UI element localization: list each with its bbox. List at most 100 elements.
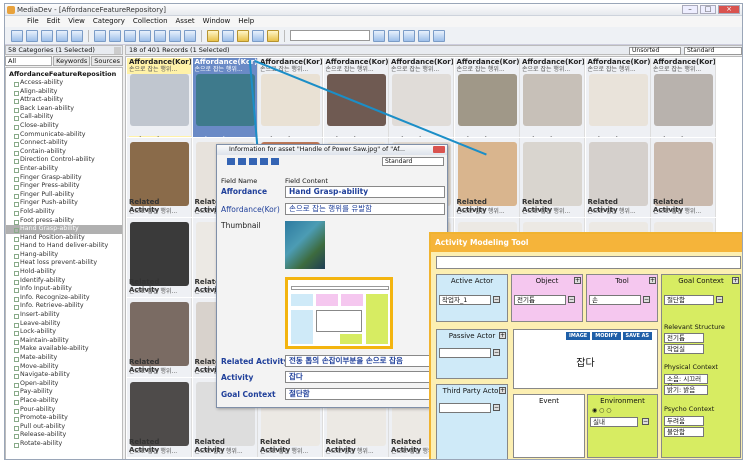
tree-item[interactable]: Enter-ability <box>6 165 122 174</box>
asset-card[interactable]: Affordance(Kor)손으로 잡는 행위... Related Activ… <box>651 58 716 137</box>
plus-icon[interactable]: + <box>732 277 739 284</box>
psycho-field-2[interactable]: 불안함 <box>664 427 704 437</box>
tree-item[interactable]: Pour-ability <box>6 406 122 415</box>
tree-item[interactable]: Open-ability <box>6 380 122 389</box>
maximize-button[interactable]: □ <box>700 5 716 14</box>
toolbar-icon[interactable] <box>154 29 166 42</box>
plus-icon[interactable]: + <box>574 277 581 284</box>
plus-icon[interactable]: + <box>649 277 656 284</box>
toolbar-icon[interactable] <box>124 29 136 42</box>
tree-item[interactable]: Identify-ability <box>6 277 122 286</box>
asset-card[interactable]: Related Activity손으로 잡는 행위... <box>127 298 192 377</box>
toolbar-icon[interactable] <box>94 29 106 42</box>
modeling-preview[interactable] <box>285 277 393 349</box>
tree-item[interactable]: Leave-ability <box>6 320 122 329</box>
toolbar-icon[interactable] <box>184 29 196 42</box>
toolbar-icon[interactable] <box>109 29 121 42</box>
toolbar-icon[interactable] <box>237 29 249 42</box>
tree-item[interactable]: Connect-ability <box>6 139 122 148</box>
tree-item[interactable]: Info Input-ability <box>6 285 122 294</box>
tree-item[interactable]: Hang-ability <box>6 251 122 260</box>
first-icon[interactable] <box>227 157 235 165</box>
tree-item[interactable]: Hand Position-ability <box>6 234 122 243</box>
plus-icon[interactable]: + <box>499 387 506 394</box>
nav-prev-icon[interactable] <box>403 29 415 42</box>
object-field[interactable]: 전기톱 <box>514 295 566 305</box>
tree-item[interactable]: Fold-ability <box>6 208 122 217</box>
help-icon[interactable] <box>271 157 279 165</box>
toolbar-icon[interactable] <box>71 29 83 42</box>
tree-item[interactable]: Call-ability <box>6 113 122 122</box>
tree-item[interactable]: Hand to Hand deliver-ability <box>6 242 122 251</box>
relevant-field-2[interactable]: 작업실 <box>664 344 704 354</box>
minus-icon[interactable]: − <box>568 296 575 303</box>
active-actor-field[interactable]: 작업자_1 <box>439 295 491 305</box>
toolbar-icon[interactable] <box>169 29 181 42</box>
field-related-activity[interactable]: 전동 톱의 손잡이부분을 손으로 잡음 <box>285 355 445 367</box>
tree-item[interactable]: Insert-ability <box>6 311 122 320</box>
nav-first-icon[interactable] <box>388 29 400 42</box>
tree-item[interactable]: Access-ability <box>6 79 122 88</box>
toolbar-icon[interactable] <box>56 29 68 42</box>
tree-item[interactable]: Release-ability <box>6 431 122 440</box>
toolbar-icon[interactable] <box>252 29 264 42</box>
menu-collection[interactable]: Collection <box>133 16 168 27</box>
tree-item[interactable]: Finger Press-ability <box>6 182 122 191</box>
radio-group[interactable]: ◉ ○ ○ <box>592 407 612 414</box>
tree-item[interactable]: Maintain-ability <box>6 337 122 346</box>
tree-item[interactable]: Pull out-ability <box>6 423 122 432</box>
passive-actor-field[interactable] <box>439 348 491 358</box>
tree-item[interactable]: Align-ability <box>6 88 122 97</box>
asset-card[interactable]: Related Activity손으로 잡는 행위... <box>127 138 192 217</box>
toolbar-icon[interactable] <box>11 29 23 42</box>
minimize-button[interactable]: – <box>682 5 698 14</box>
tree-item[interactable]: Promote-ability <box>6 414 122 423</box>
minus-icon[interactable]: − <box>493 349 500 356</box>
menu-help[interactable]: Help <box>238 16 254 27</box>
tree-item[interactable]: Close-ability <box>6 122 122 131</box>
tree-item[interactable]: Direction Control-ability <box>6 156 122 165</box>
view-select[interactable]: Standard <box>684 47 742 55</box>
tree-item[interactable]: Finger Push-ability <box>6 199 122 208</box>
menu-category[interactable]: Category <box>93 16 125 27</box>
relevant-field-1[interactable]: 전기톱 <box>664 333 704 343</box>
tree-item[interactable]: Finger Grasp-ability <box>6 174 122 183</box>
save-as-button[interactable]: SAVE AS <box>622 332 653 340</box>
toolbar-icon[interactable] <box>267 29 279 42</box>
search-icon[interactable] <box>373 29 385 42</box>
tool-field[interactable]: 손 <box>589 295 641 305</box>
toolbar-icon[interactable] <box>26 29 38 42</box>
toolbar-icon[interactable] <box>139 29 151 42</box>
minus-icon[interactable]: − <box>493 404 500 411</box>
menu-edit[interactable]: Edit <box>47 16 61 27</box>
close-icon[interactable] <box>433 146 445 153</box>
tree-item[interactable]: Heat loss prevent-ability <box>6 259 122 268</box>
asset-card[interactable]: Affordance(Kor)손으로 잡는 행위... Related Activ… <box>520 58 585 137</box>
asset-card[interactable]: Related Activity손으로 잡는 행위... <box>651 138 716 217</box>
sort-select[interactable]: Unsorted <box>629 47 681 55</box>
field-affordance-kor[interactable]: 손으로 잡는 행위를 유발함 <box>285 203 445 215</box>
tree-item[interactable]: Info. Recognize-ability <box>6 294 122 303</box>
menu-file[interactable]: File <box>27 16 39 27</box>
tab-sources[interactable]: Sources <box>91 56 123 66</box>
tree-item[interactable]: Rotate-ability <box>6 440 122 449</box>
toolbar-icon[interactable] <box>207 29 219 42</box>
menu-asset[interactable]: Asset <box>176 16 195 27</box>
tree-item[interactable]: Back Lean-ability <box>6 105 122 114</box>
environment-field[interactable]: 실내 <box>590 417 638 427</box>
tree-item[interactable]: Attract-ability <box>6 96 122 105</box>
image-button[interactable]: IMAGE <box>566 332 591 340</box>
search-input[interactable] <box>290 30 370 41</box>
tree-item[interactable]: Info. Retrieve-ability <box>6 302 122 311</box>
minus-icon[interactable]: − <box>493 296 500 303</box>
tree-item[interactable]: Mate-ability <box>6 354 122 363</box>
prev-icon[interactable] <box>238 157 246 165</box>
close-button[interactable]: × <box>718 5 740 14</box>
tree-item[interactable]: Place-ability <box>6 397 122 406</box>
physical-field-1[interactable]: 소음: 시끄러움 <box>664 374 708 391</box>
tree-item[interactable]: Navigate-ability <box>6 371 122 380</box>
next-icon[interactable] <box>249 157 257 165</box>
minus-icon[interactable]: − <box>716 296 723 303</box>
tree-item[interactable]: Lock-ability <box>6 328 122 337</box>
tree-item[interactable]: Make available-ability <box>6 345 122 354</box>
